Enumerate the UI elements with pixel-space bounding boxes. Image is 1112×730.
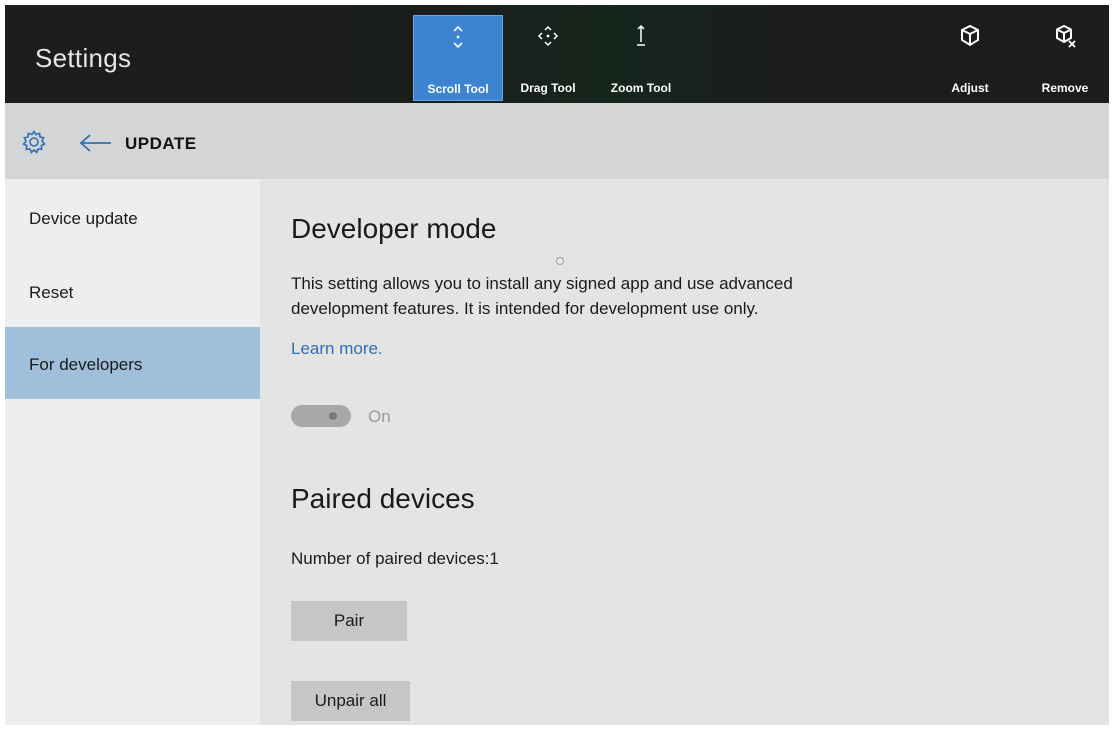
sidebar-item-device-update[interactable]: Device update (5, 179, 260, 251)
sidebar-item-label: Reset (29, 283, 74, 302)
paired-devices-count: Number of paired devices:1 (291, 549, 499, 568)
unpair-all-button[interactable]: Unpair all (291, 681, 410, 721)
remove-label: Remove (1041, 81, 1089, 95)
scroll-icon (453, 25, 463, 49)
developer-mode-heading: Developer mode (291, 213, 497, 244)
sidebar-item-reset[interactable]: Reset (5, 251, 260, 323)
paired-devices-heading: Paired devices (291, 483, 475, 514)
drag-tool-button[interactable]: Drag Tool (513, 15, 583, 101)
gear-icon (22, 130, 46, 154)
developer-mode-toggle[interactable] (291, 405, 351, 427)
settings-window: Settings Scroll Tool Drag Tool Zoom Tool… (5, 5, 1109, 725)
zoom-icon (637, 24, 645, 46)
scroll-tool-label: Scroll Tool (427, 82, 489, 96)
zoom-tool-button[interactable]: Zoom Tool (601, 15, 681, 101)
title-bar: Settings Scroll Tool Drag Tool Zoom Tool… (5, 5, 1109, 103)
app-title: Settings (35, 43, 132, 73)
sidebar-item-label: Device update (29, 209, 138, 228)
drag-icon (537, 25, 559, 47)
learn-more-link[interactable]: Learn more. (291, 339, 383, 359)
adjust-label: Adjust (951, 81, 989, 95)
page-title: UPDATE (125, 134, 197, 153)
remove-icon (1056, 24, 1076, 48)
sidebar-item-label: For developers (29, 355, 143, 374)
adjust-button[interactable]: Adjust (935, 15, 1005, 101)
description-line-1: This setting allows you to install any s… (291, 274, 793, 293)
developer-mode-description: This setting allows you to install any s… (291, 271, 931, 321)
back-arrow-icon[interactable] (79, 133, 113, 153)
remove-button[interactable]: Remove (1029, 15, 1101, 101)
scroll-tool-button[interactable]: Scroll Tool (413, 15, 503, 101)
adjust-icon (961, 24, 979, 47)
sidebar: Device update Reset For developers (5, 179, 260, 725)
pair-button[interactable]: Pair (291, 601, 407, 641)
page-header: UPDATE (5, 103, 1109, 179)
sidebar-item-for-developers[interactable]: For developers (5, 327, 260, 399)
drag-tool-label: Drag Tool (520, 81, 576, 95)
description-line-2: development features. It is intended for… (291, 299, 759, 318)
main-content: Developer mode This setting allows you t… (260, 179, 1109, 725)
zoom-tool-label: Zoom Tool (610, 81, 672, 95)
toggle-knob (329, 412, 337, 420)
toggle-state-label: On (368, 407, 391, 426)
pointer-cursor (556, 257, 564, 265)
